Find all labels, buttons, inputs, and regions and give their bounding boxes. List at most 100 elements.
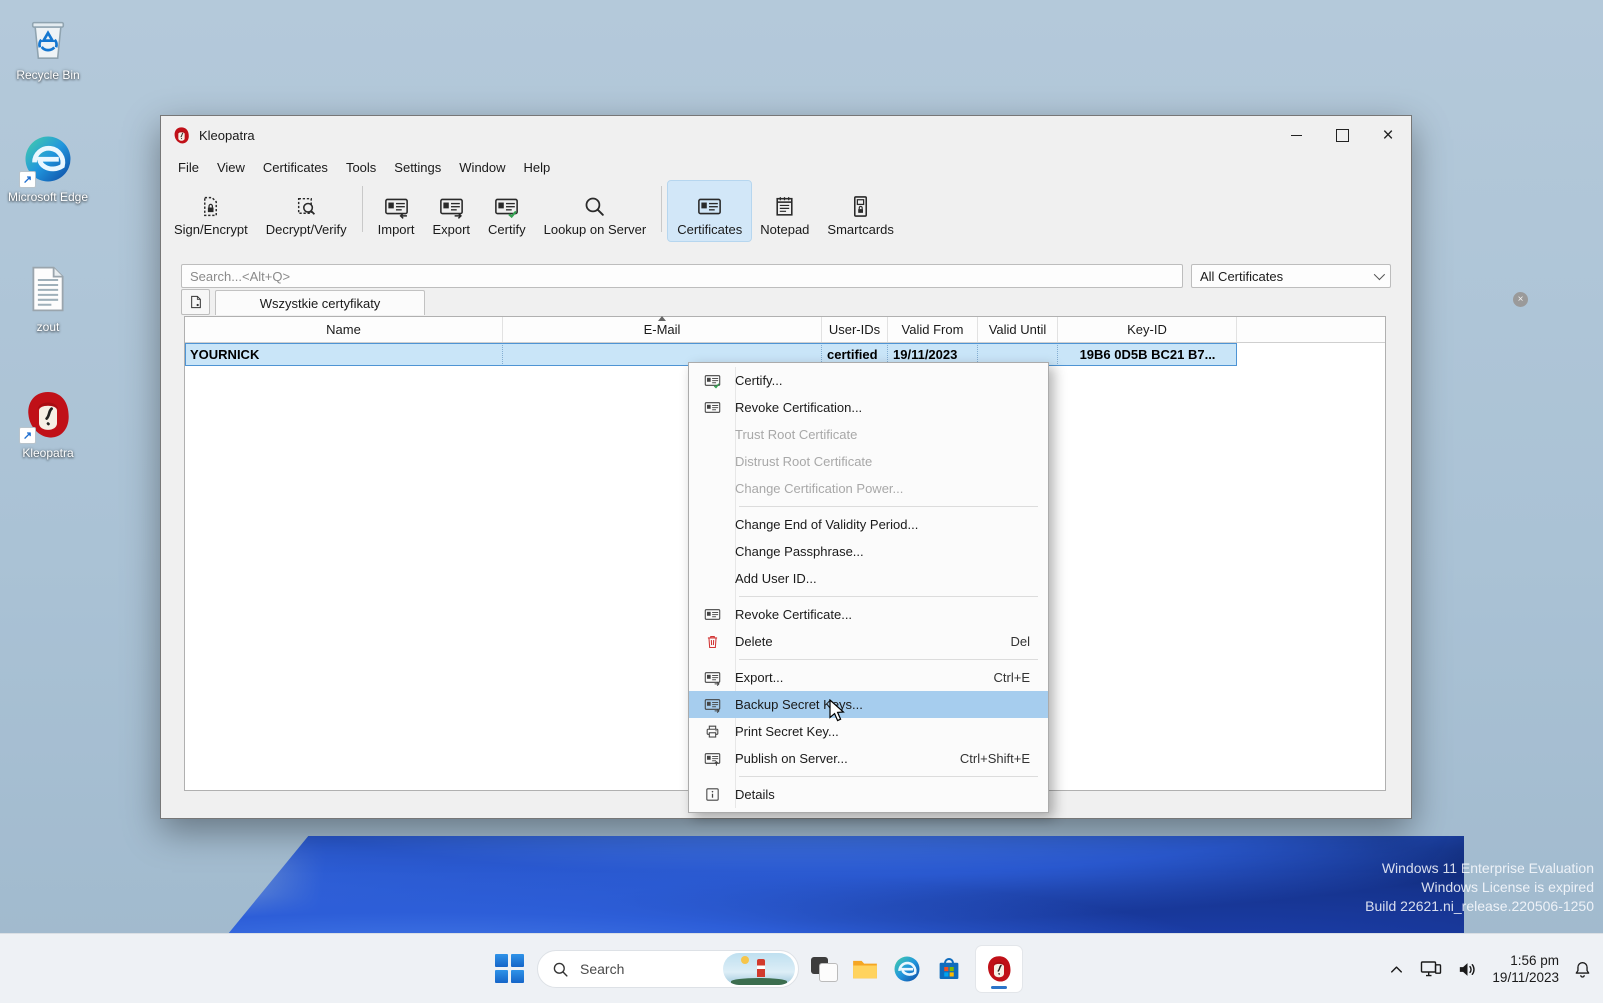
header-filler <box>1237 317 1385 342</box>
menu-item-backup-secret-keys[interactable]: Backup Secret Keys... <box>689 691 1048 718</box>
tray-chevron-up-icon[interactable] <box>1387 960 1406 979</box>
menu-item-revoke-certificate[interactable]: Revoke Certificate... <box>689 601 1048 628</box>
menu-help[interactable]: Help <box>515 156 560 179</box>
certificate-filter-dropdown[interactable]: All Certificates <box>1191 264 1391 288</box>
toolbar-label: Certify <box>488 222 526 237</box>
header-valid-from[interactable]: Valid From <box>888 317 978 342</box>
maximize-button[interactable] <box>1319 116 1365 154</box>
menu-item-label: Add User ID... <box>735 571 1048 586</box>
toolbar-label: Certificates <box>677 222 742 237</box>
header-email[interactable]: E-Mail <box>503 317 822 342</box>
menu-file[interactable]: File <box>169 156 208 179</box>
publish-icon <box>689 750 735 767</box>
desktop-icon-kleopatra[interactable]: ↗ Kleopatra <box>2 388 94 460</box>
window-title: Kleopatra <box>199 128 255 143</box>
toolbar-label: Lookup on Server <box>544 222 647 237</box>
windows-watermark: Windows 11 Enterprise Evaluation Windows… <box>1365 859 1594 916</box>
new-tab-icon <box>188 294 204 310</box>
menu-item-change-certification-power[interactable]: Change Certification Power... <box>689 475 1048 502</box>
volume-icon[interactable] <box>1456 958 1479 981</box>
taskbar-clock[interactable]: 1:56 pm 19/11/2023 <box>1492 952 1559 986</box>
minimize-button[interactable] <box>1273 116 1319 154</box>
tray-time: 1:56 pm <box>1510 952 1559 969</box>
menu-bar: File View Certificates Tools Settings Wi… <box>161 154 1411 180</box>
edge-taskbar-button[interactable] <box>892 954 922 984</box>
smartcards-view-button[interactable]: Smartcards <box>818 181 902 241</box>
sign-encrypt-button[interactable]: Sign/Encrypt <box>165 181 257 241</box>
menu-item-label: Delete <box>735 634 1010 649</box>
lookup-on-server-button[interactable]: Lookup on Server <box>535 181 656 241</box>
menu-item-shortcut: Ctrl+Shift+E <box>960 751 1030 766</box>
ground-shape <box>731 978 787 985</box>
close-button[interactable]: × <box>1365 116 1411 154</box>
menu-window[interactable]: Window <box>450 156 514 179</box>
search-icon <box>551 960 570 979</box>
notification-bell-icon[interactable] <box>1572 959 1593 980</box>
clear-filter-button[interactable]: × <box>1513 292 1528 307</box>
certificates-view-button[interactable]: Certificates <box>668 181 751 241</box>
import-button[interactable]: Import <box>369 181 424 241</box>
new-tab-button[interactable] <box>181 289 210 315</box>
desktop-icon-edge[interactable]: ↗ Microsoft Edge <box>2 132 94 204</box>
toolbar-label: Decrypt/Verify <box>266 222 347 237</box>
menu-item-distrust-root[interactable]: Distrust Root Certificate <box>689 448 1048 475</box>
task-view-button[interactable] <box>811 957 838 981</box>
menu-item-shortcut: Ctrl+E <box>994 670 1030 685</box>
menu-item-print-secret-key[interactable]: Print Secret Key... <box>689 718 1048 745</box>
header-user-ids[interactable]: User-IDs <box>822 317 888 342</box>
menu-item-label: Change Certification Power... <box>735 481 1048 496</box>
header-valid-until[interactable]: Valid Until <box>978 317 1058 342</box>
menu-item-export[interactable]: Export... Ctrl+E <box>689 664 1048 691</box>
search-input[interactable] <box>181 264 1183 288</box>
certify-icon <box>689 372 735 389</box>
desktop-icon-recycle-bin[interactable]: Recycle Bin <box>2 10 94 82</box>
menu-item-certify[interactable]: Certify... <box>689 367 1048 394</box>
kleopatra-taskbar-button[interactable] <box>976 946 1022 992</box>
toolbar-separator <box>661 186 662 232</box>
edge-icon: ↗ <box>21 132 75 186</box>
menu-settings[interactable]: Settings <box>385 156 450 179</box>
export-button[interactable]: Export <box>423 181 479 241</box>
header-key-id[interactable]: Key-ID <box>1058 317 1237 342</box>
menu-item-change-validity[interactable]: Change End of Validity Period... <box>689 511 1048 538</box>
title-bar[interactable]: Kleopatra × <box>161 116 1411 154</box>
store-button[interactable] <box>934 954 964 984</box>
menu-item-label: Change Passphrase... <box>735 544 1048 559</box>
menu-item-publish-on-server[interactable]: Publish on Server... Ctrl+Shift+E <box>689 745 1048 772</box>
menu-item-change-passphrase[interactable]: Change Passphrase... <box>689 538 1048 565</box>
menu-tools[interactable]: Tools <box>337 156 385 179</box>
menu-item-label: Revoke Certification... <box>735 400 1048 415</box>
toolbar-separator <box>362 186 363 232</box>
task-view-icon <box>819 963 838 982</box>
start-button[interactable] <box>495 954 525 984</box>
menu-item-revoke-certification[interactable]: Revoke Certification... <box>689 394 1048 421</box>
menu-certificates[interactable]: Certificates <box>254 156 337 179</box>
certify-button[interactable]: Certify <box>479 181 535 241</box>
notepad-icon <box>772 194 797 219</box>
taskbar-search-box[interactable]: Search <box>537 950 799 988</box>
notepad-view-button[interactable]: Notepad <box>751 181 818 241</box>
tab-all-certificates[interactable]: Wszystkie certyfikaty <box>215 290 425 315</box>
network-display-icon[interactable] <box>1419 957 1443 981</box>
menu-view[interactable]: View <box>208 156 254 179</box>
document-icon <box>21 262 75 316</box>
menu-item-details[interactable]: Details <box>689 781 1048 808</box>
tab-bar: Wszystkie certyfikaty <box>181 290 425 315</box>
windows-logo-icon <box>511 954 524 967</box>
header-name[interactable]: Name <box>185 317 503 342</box>
decrypt-verify-button[interactable]: Decrypt/Verify <box>257 181 356 241</box>
desktop-icon-zout[interactable]: zout <box>2 262 94 334</box>
menu-separator <box>739 659 1038 660</box>
sign-encrypt-icon <box>198 194 223 219</box>
desktop-icon-label: Microsoft Edge <box>8 190 88 204</box>
shortcut-arrow-icon: ↗ <box>19 427 36 444</box>
menu-item-label: Distrust Root Certificate <box>735 454 1048 469</box>
toolbar-label: Smartcards <box>827 222 893 237</box>
export-icon <box>689 669 735 686</box>
menu-item-delete[interactable]: Delete Del <box>689 628 1048 655</box>
menu-item-add-user-id[interactable]: Add User ID... <box>689 565 1048 592</box>
file-explorer-button[interactable] <box>850 954 880 984</box>
menu-item-trust-root[interactable]: Trust Root Certificate <box>689 421 1048 448</box>
revoke-certificate-icon <box>689 606 735 623</box>
tray-date: 19/11/2023 <box>1492 969 1559 986</box>
